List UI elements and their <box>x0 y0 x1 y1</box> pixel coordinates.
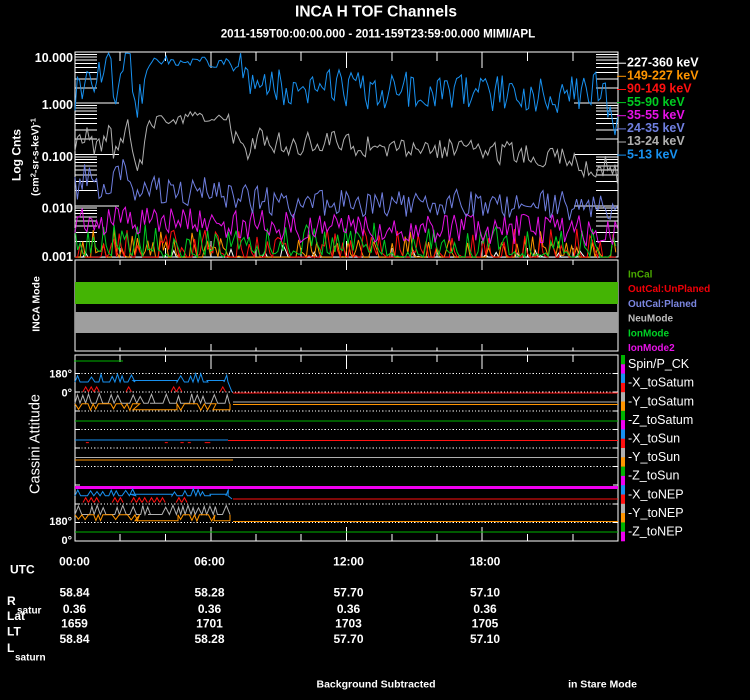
svg-text:R: R <box>7 594 16 608</box>
svg-text:58.84: 58.84 <box>59 632 89 646</box>
svg-text:35-55 keV: 35-55 keV <box>627 108 685 122</box>
svg-text:InCal: InCal <box>628 270 653 281</box>
svg-text:INCA Mode: INCA Mode <box>31 276 43 332</box>
svg-text:1659: 1659 <box>61 617 88 631</box>
svg-text:-Y_toSun: -Y_toSun <box>628 450 680 464</box>
svg-text:90-149 keV: 90-149 keV <box>627 82 692 96</box>
svg-text:0°: 0° <box>61 535 72 547</box>
svg-text:2011-159T00:00:00.000 - 2011-1: 2011-159T00:00:00.000 - 2011-159T23:59:0… <box>221 28 536 41</box>
svg-text:-X_toSun: -X_toSun <box>628 432 680 446</box>
svg-text:57.10: 57.10 <box>470 586 500 600</box>
svg-text:12:00: 12:00 <box>333 555 364 569</box>
svg-text:UTC: UTC <box>10 563 35 577</box>
svg-text:OutCal:Planed: OutCal:Planed <box>628 299 697 310</box>
svg-text:(cm2-sr-s-keV)-1: (cm2-sr-s-keV)-1 <box>29 118 42 196</box>
svg-text:10.000: 10.000 <box>35 51 73 65</box>
svg-text:Cassini Attitude: Cassini Attitude <box>28 394 44 494</box>
svg-text:-Z_toSatum: -Z_toSatum <box>628 413 693 427</box>
svg-text:L: L <box>7 641 14 655</box>
svg-text:-Z_toSun: -Z_toSun <box>628 469 679 483</box>
svg-text:1703: 1703 <box>335 617 362 631</box>
svg-text:IonMode: IonMode <box>628 328 670 339</box>
svg-text:0.100: 0.100 <box>42 150 73 164</box>
svg-text:Lat: Lat <box>7 609 25 623</box>
svg-text:180°: 180° <box>49 516 72 528</box>
svg-text:0.001: 0.001 <box>42 250 73 264</box>
svg-text:saturn: saturn <box>15 653 46 664</box>
svg-text:13-24 keV: 13-24 keV <box>627 134 685 148</box>
svg-text:0.36: 0.36 <box>473 602 497 616</box>
svg-text:Background Subtracted: Background Subtracted <box>316 679 435 691</box>
svg-text:58.28: 58.28 <box>194 586 224 600</box>
svg-text:0.36: 0.36 <box>63 602 87 616</box>
svg-text:-Z_toNEP: -Z_toNEP <box>628 525 683 539</box>
svg-text:58.84: 58.84 <box>59 586 89 600</box>
svg-text:5-13 keV: 5-13 keV <box>627 147 678 161</box>
svg-text:1701: 1701 <box>196 617 223 631</box>
svg-text:57.70: 57.70 <box>333 632 363 646</box>
svg-text:0.36: 0.36 <box>198 602 222 616</box>
svg-text:06:00: 06:00 <box>194 555 225 569</box>
svg-text:00:00: 00:00 <box>59 555 90 569</box>
svg-text:OutCal:UnPlaned: OutCal:UnPlaned <box>628 284 710 295</box>
svg-text:Spin/P_CK: Spin/P_CK <box>628 357 690 371</box>
svg-text:24-35 keV: 24-35 keV <box>627 121 685 135</box>
svg-text:57.10: 57.10 <box>470 632 500 646</box>
svg-text:0°: 0° <box>61 388 72 400</box>
svg-text:1.000: 1.000 <box>42 98 73 112</box>
svg-text:149-227 keV: 149-227 keV <box>627 69 699 83</box>
svg-text:0.010: 0.010 <box>42 202 73 216</box>
svg-text:-X_toNEP: -X_toNEP <box>628 487 684 501</box>
svg-text:-Y_toNEP: -Y_toNEP <box>628 506 684 520</box>
svg-text:57.70: 57.70 <box>333 586 363 600</box>
svg-text:1705: 1705 <box>472 617 499 631</box>
svg-text:55-90 keV: 55-90 keV <box>627 95 685 109</box>
svg-text:IonMode2: IonMode2 <box>628 343 675 354</box>
svg-text:NeuMode: NeuMode <box>628 314 673 325</box>
svg-text:227-360 keV: 227-360 keV <box>627 55 699 69</box>
svg-text:58.28: 58.28 <box>194 632 224 646</box>
svg-text:in Stare Mode: in Stare Mode <box>568 679 637 691</box>
svg-text:18:00: 18:00 <box>470 555 501 569</box>
svg-text:-Y_toSatum: -Y_toSatum <box>628 394 694 408</box>
svg-text:0.36: 0.36 <box>337 602 361 616</box>
svg-text:INCA H TOF Channels: INCA H TOF Channels <box>295 4 457 21</box>
svg-text:LT: LT <box>7 625 21 639</box>
svg-text:180°: 180° <box>49 369 72 381</box>
svg-text:-X_toSatum: -X_toSatum <box>628 376 694 390</box>
svg-text:Log Cnts: Log Cnts <box>9 129 23 181</box>
